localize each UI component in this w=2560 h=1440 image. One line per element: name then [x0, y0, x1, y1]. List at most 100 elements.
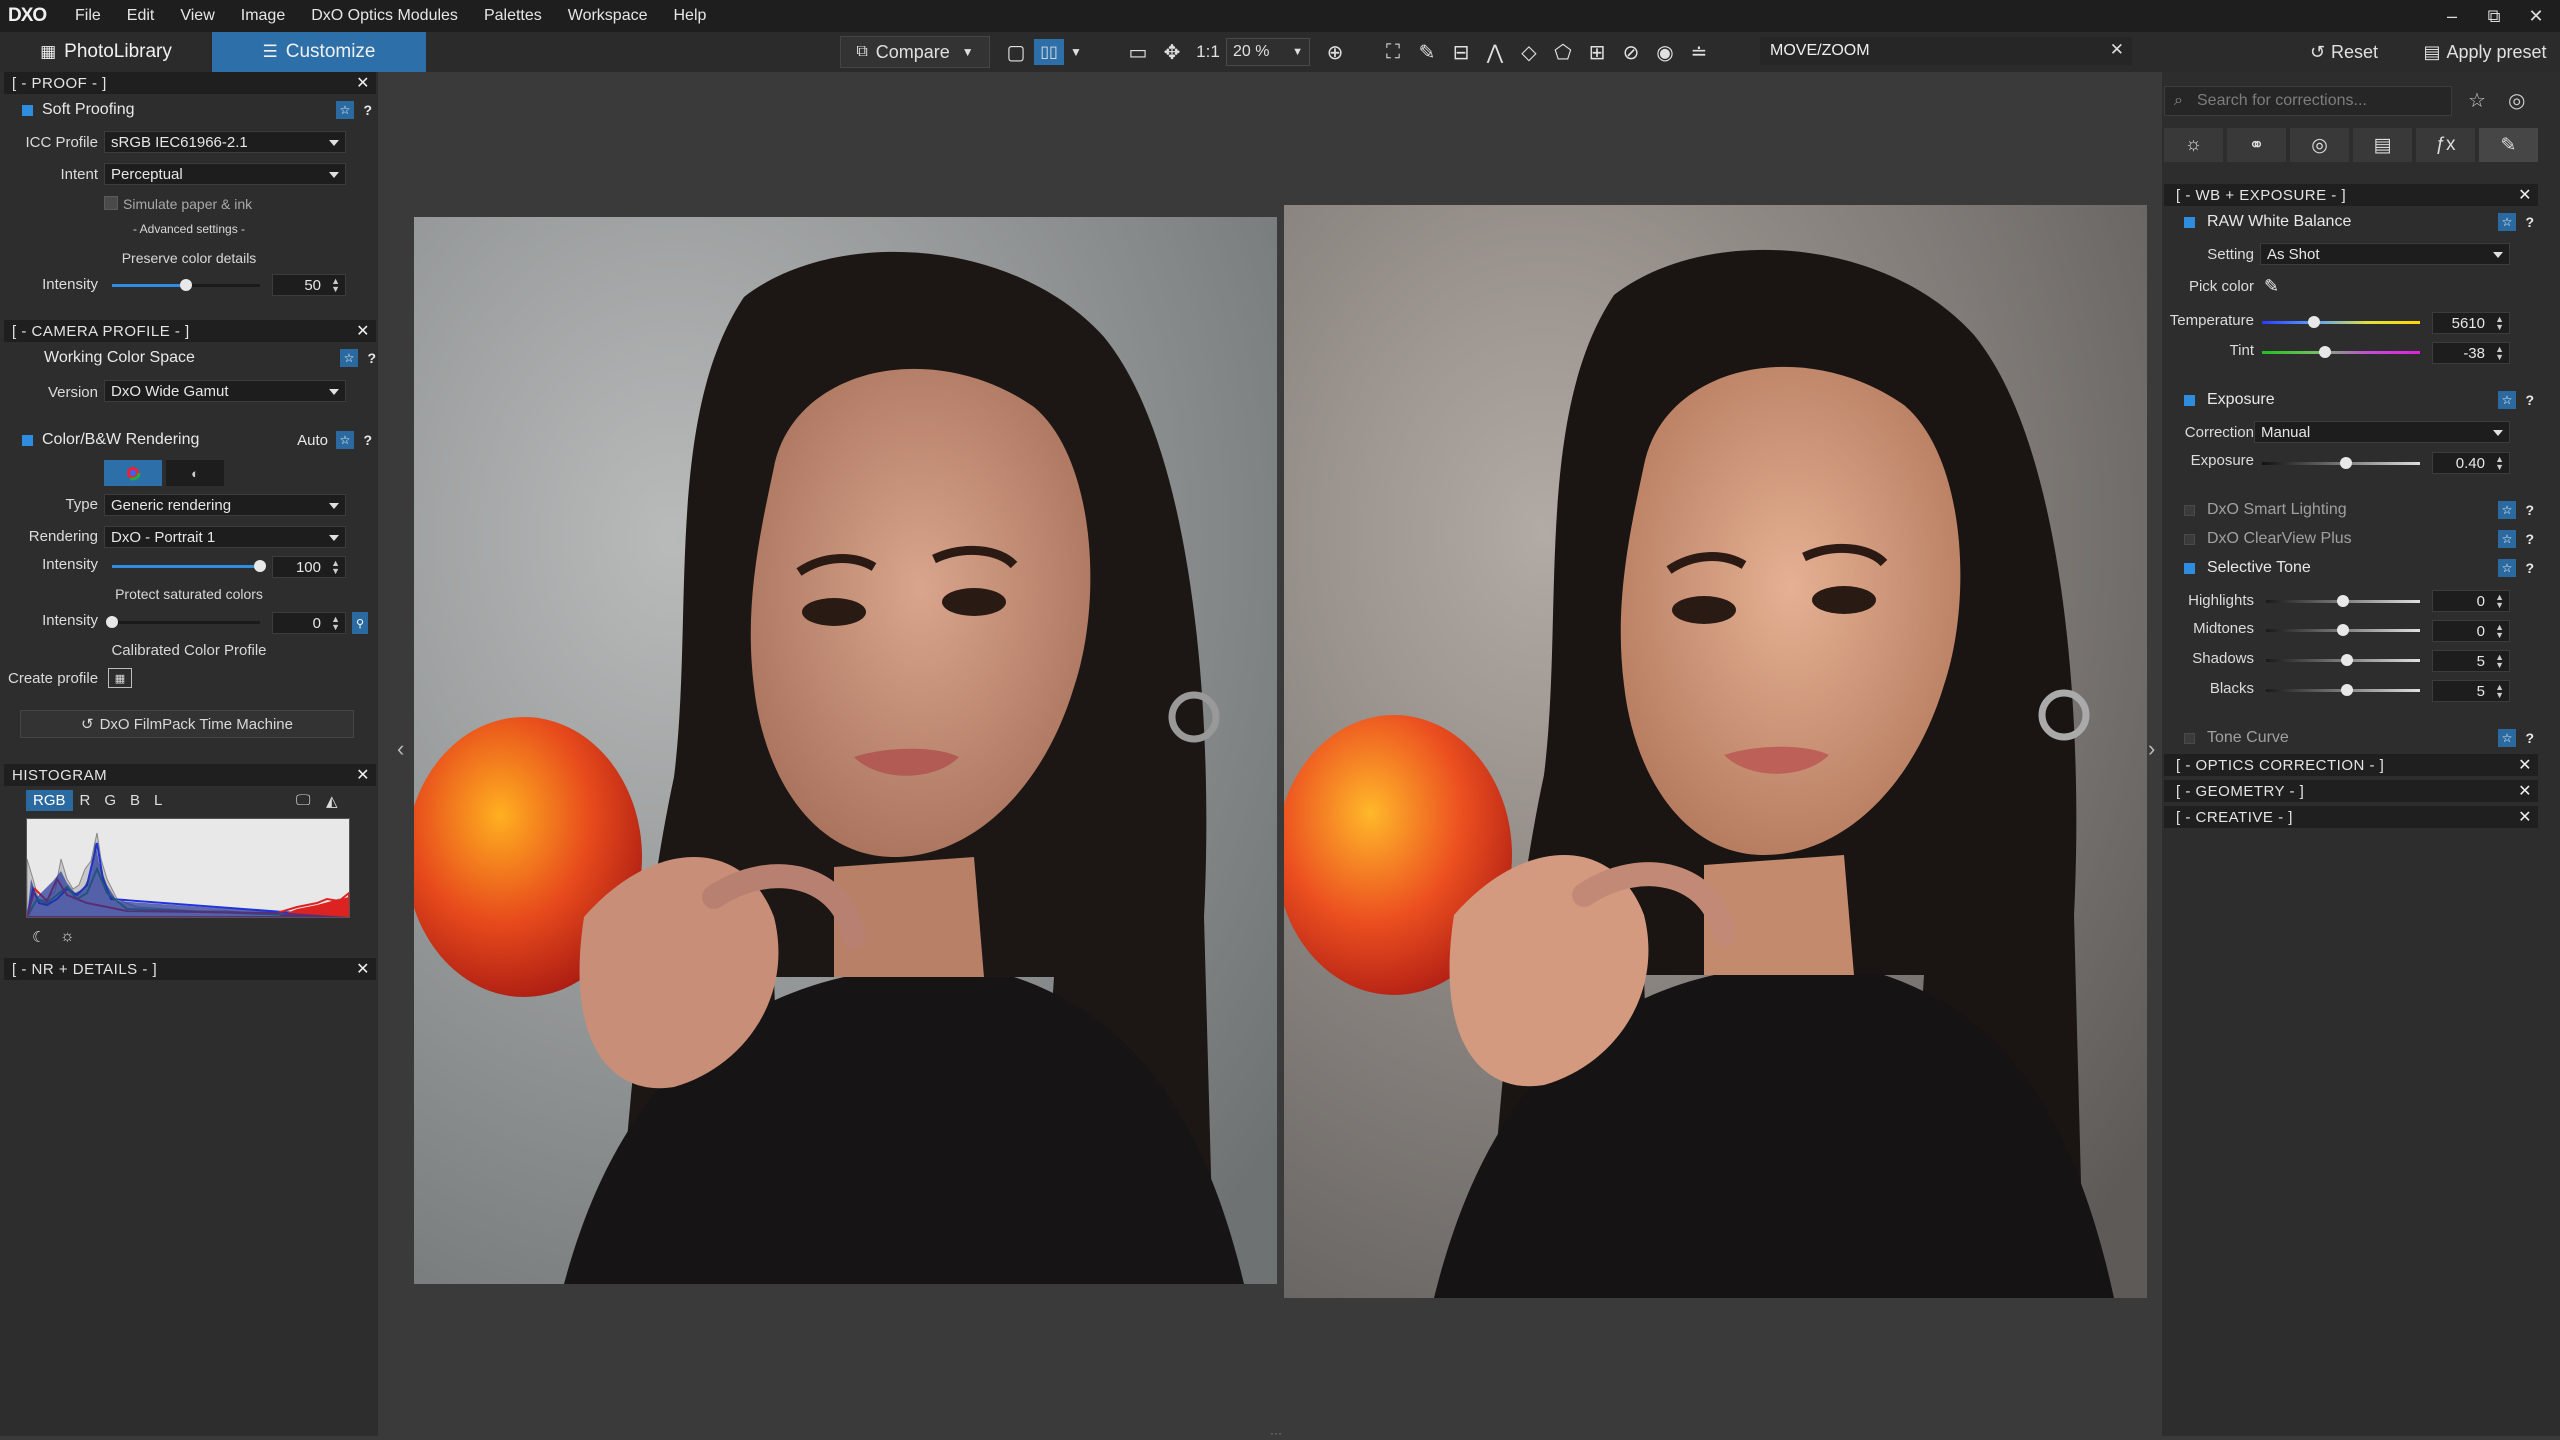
close-icon[interactable]: ✕	[356, 765, 370, 785]
polygon-icon[interactable]: ⬠	[1548, 36, 1578, 68]
hist-tab-l[interactable]: L	[147, 790, 169, 811]
tint-slider[interactable]	[2262, 345, 2420, 359]
favorite-star-icon[interactable]: ☆	[336, 101, 354, 119]
simulate-paper-checkbox[interactable]	[104, 196, 118, 210]
menu-file[interactable]: File	[62, 7, 114, 25]
help-icon[interactable]: ?	[363, 432, 372, 448]
close-icon[interactable]: ✕	[356, 959, 370, 979]
menu-image[interactable]: Image	[228, 7, 298, 25]
minimize-button[interactable]: –	[2432, 0, 2472, 32]
geometry-tab-icon[interactable]: ▤	[2353, 128, 2412, 162]
nr-details-section-header[interactable]: [ - NR + DETAILS - ] ✕	[4, 958, 376, 980]
side-by-side-icon[interactable]: ▯▯	[1034, 39, 1064, 65]
favorite-star-icon[interactable]: ☆	[2498, 530, 2516, 548]
midtones-slider[interactable]	[2266, 623, 2420, 637]
bw-mode-button[interactable]: ◐	[166, 460, 224, 486]
proof-intensity-field[interactable]: 50 ▲ ▼	[272, 274, 346, 296]
tab-customize[interactable]: ☰ Customize	[212, 32, 426, 72]
raw-white-balance-tool[interactable]: RAW White Balance ☆ ?	[2184, 210, 2538, 234]
protect-intensity-slider[interactable]	[106, 615, 260, 629]
spinner-icon[interactable]: ▲ ▼	[2495, 653, 2504, 670]
raw-wb-checkbox[interactable]	[2184, 216, 2195, 228]
search-corrections-input[interactable]: ⌕ Search for corrections...	[2164, 86, 2452, 116]
selective-tone-checkbox[interactable]	[2184, 562, 2195, 574]
apply-preset-button[interactable]: ▤ Apply preset	[2410, 36, 2560, 68]
local-adjust-icon[interactable]: ◇	[1514, 36, 1544, 68]
tint-field[interactable]: -38 ▲ ▼	[2432, 342, 2510, 364]
camera-profile-section-header[interactable]: [ - CAMERA PROFILE - ] ✕	[4, 320, 376, 342]
help-icon[interactable]: ?	[2525, 502, 2534, 518]
spinner-icon[interactable]: ▲ ▼	[2495, 623, 2504, 640]
exposure-checkbox[interactable]	[2184, 394, 2195, 406]
color-bw-rendering-tool[interactable]: Color/B&W Rendering Auto ☆ ?	[22, 428, 376, 452]
close-icon[interactable]: ✕	[2110, 40, 2124, 60]
smart-lighting-tool[interactable]: DxO Smart Lighting ☆ ?	[2184, 498, 2538, 522]
help-icon[interactable]: ?	[2525, 392, 2534, 408]
help-icon[interactable]: ?	[2525, 560, 2534, 576]
favorite-star-icon[interactable]: ☆	[2498, 213, 2516, 231]
slider-knob[interactable]	[2339, 457, 2352, 469]
rendering-select[interactable]: DxO - Portrait 1	[104, 526, 346, 548]
close-icon[interactable]: ✕	[2518, 185, 2532, 205]
correction-select[interactable]: Manual	[2254, 421, 2510, 443]
close-icon[interactable]: ✕	[2518, 781, 2532, 801]
favorite-star-icon[interactable]: ☆	[340, 349, 358, 367]
menu-workspace[interactable]: Workspace	[555, 7, 661, 25]
view-mode-dropdown-icon[interactable]: ▼	[1068, 36, 1084, 68]
zoom-in-icon[interactable]: ⊕	[1320, 36, 1350, 68]
spinner-icon[interactable]: ▲ ▼	[2495, 683, 2504, 700]
resize-handle-icon[interactable]: ···	[1270, 1426, 1282, 1440]
spinner-icon[interactable]: ▲ ▼	[331, 277, 340, 294]
tone-curve-tool[interactable]: Tone Curve ☆ ?	[2184, 726, 2538, 750]
menu-view[interactable]: View	[167, 7, 227, 25]
slider-knob[interactable]	[2337, 624, 2349, 636]
slider-knob[interactable]	[106, 616, 118, 628]
single-view-icon[interactable]: ▢	[1002, 36, 1030, 68]
highlights-slider[interactable]	[2266, 594, 2420, 608]
spinner-icon[interactable]: ▲ ▼	[2495, 345, 2504, 362]
restore-button[interactable]: ⧉	[2474, 0, 2514, 32]
fit-icon[interactable]: ▭	[1124, 36, 1152, 68]
menu-palettes[interactable]: Palettes	[471, 7, 555, 25]
hist-tab-g[interactable]: G	[97, 790, 123, 811]
slider-knob[interactable]	[2308, 316, 2321, 328]
spinner-icon[interactable]: ▲ ▼	[331, 615, 340, 632]
help-icon[interactable]: ?	[2525, 531, 2534, 547]
close-icon[interactable]: ✕	[2518, 755, 2532, 775]
compare-button[interactable]: ⧉ Compare ▼	[840, 36, 990, 68]
working-color-space-tool[interactable]: Working Color Space ☆ ?	[26, 346, 380, 370]
spinner-icon[interactable]: ▲ ▼	[331, 559, 340, 576]
blacks-slider[interactable]	[2266, 683, 2420, 697]
slider-knob[interactable]	[180, 279, 192, 291]
hist-tab-b[interactable]: B	[123, 790, 147, 811]
favorites-star-icon[interactable]: ☆	[2468, 88, 2486, 113]
spinner-icon[interactable]: ▲ ▼	[2495, 315, 2504, 332]
help-icon[interactable]: ?	[367, 350, 376, 366]
color-tab-icon[interactable]: ⚭	[2227, 128, 2286, 162]
reset-button[interactable]: ↺ Reset	[2296, 36, 2392, 68]
favorite-star-icon[interactable]: ☆	[2498, 501, 2516, 519]
grid-warp-icon[interactable]: ⊞	[1582, 36, 1612, 68]
visibility-toggle-icon[interactable]: ◎	[2508, 88, 2525, 113]
tab-photolibrary[interactable]: ▦ PhotoLibrary	[0, 32, 212, 72]
color-mode-button[interactable]	[104, 460, 162, 486]
slider-knob[interactable]	[254, 560, 266, 572]
advanced-settings-toggle[interactable]: - Advanced settings -	[0, 222, 378, 236]
repair-icon[interactable]: ⊘	[1616, 36, 1646, 68]
red-eye-icon[interactable]: ◉	[1650, 36, 1680, 68]
perspective-icon[interactable]: ⋀	[1480, 36, 1510, 68]
highlights-field[interactable]: 0 ▲ ▼	[2432, 590, 2510, 612]
shadows-slider[interactable]	[2266, 653, 2420, 667]
exposure-tool[interactable]: Exposure ☆ ?	[2184, 388, 2538, 412]
exposure-field[interactable]: 0.40 ▲ ▼	[2432, 452, 2510, 474]
selective-tone-tool[interactable]: Selective Tone ☆ ?	[2184, 556, 2538, 580]
close-icon[interactable]: ✕	[356, 73, 370, 93]
collapse-left-icon[interactable]: ‹	[397, 736, 404, 762]
eyedropper-icon[interactable]: ✎	[2264, 276, 2279, 297]
rendering-intensity-slider[interactable]	[112, 559, 266, 573]
close-icon[interactable]: ✕	[2518, 807, 2532, 827]
rendering-intensity-field[interactable]: 100 ▲ ▼	[272, 556, 346, 578]
monitor-icon[interactable]: 🖵	[296, 792, 310, 809]
create-profile-icon[interactable]: ▦	[108, 668, 132, 688]
creative-section-header[interactable]: [ - CREATIVE - ] ✕	[2164, 806, 2538, 828]
